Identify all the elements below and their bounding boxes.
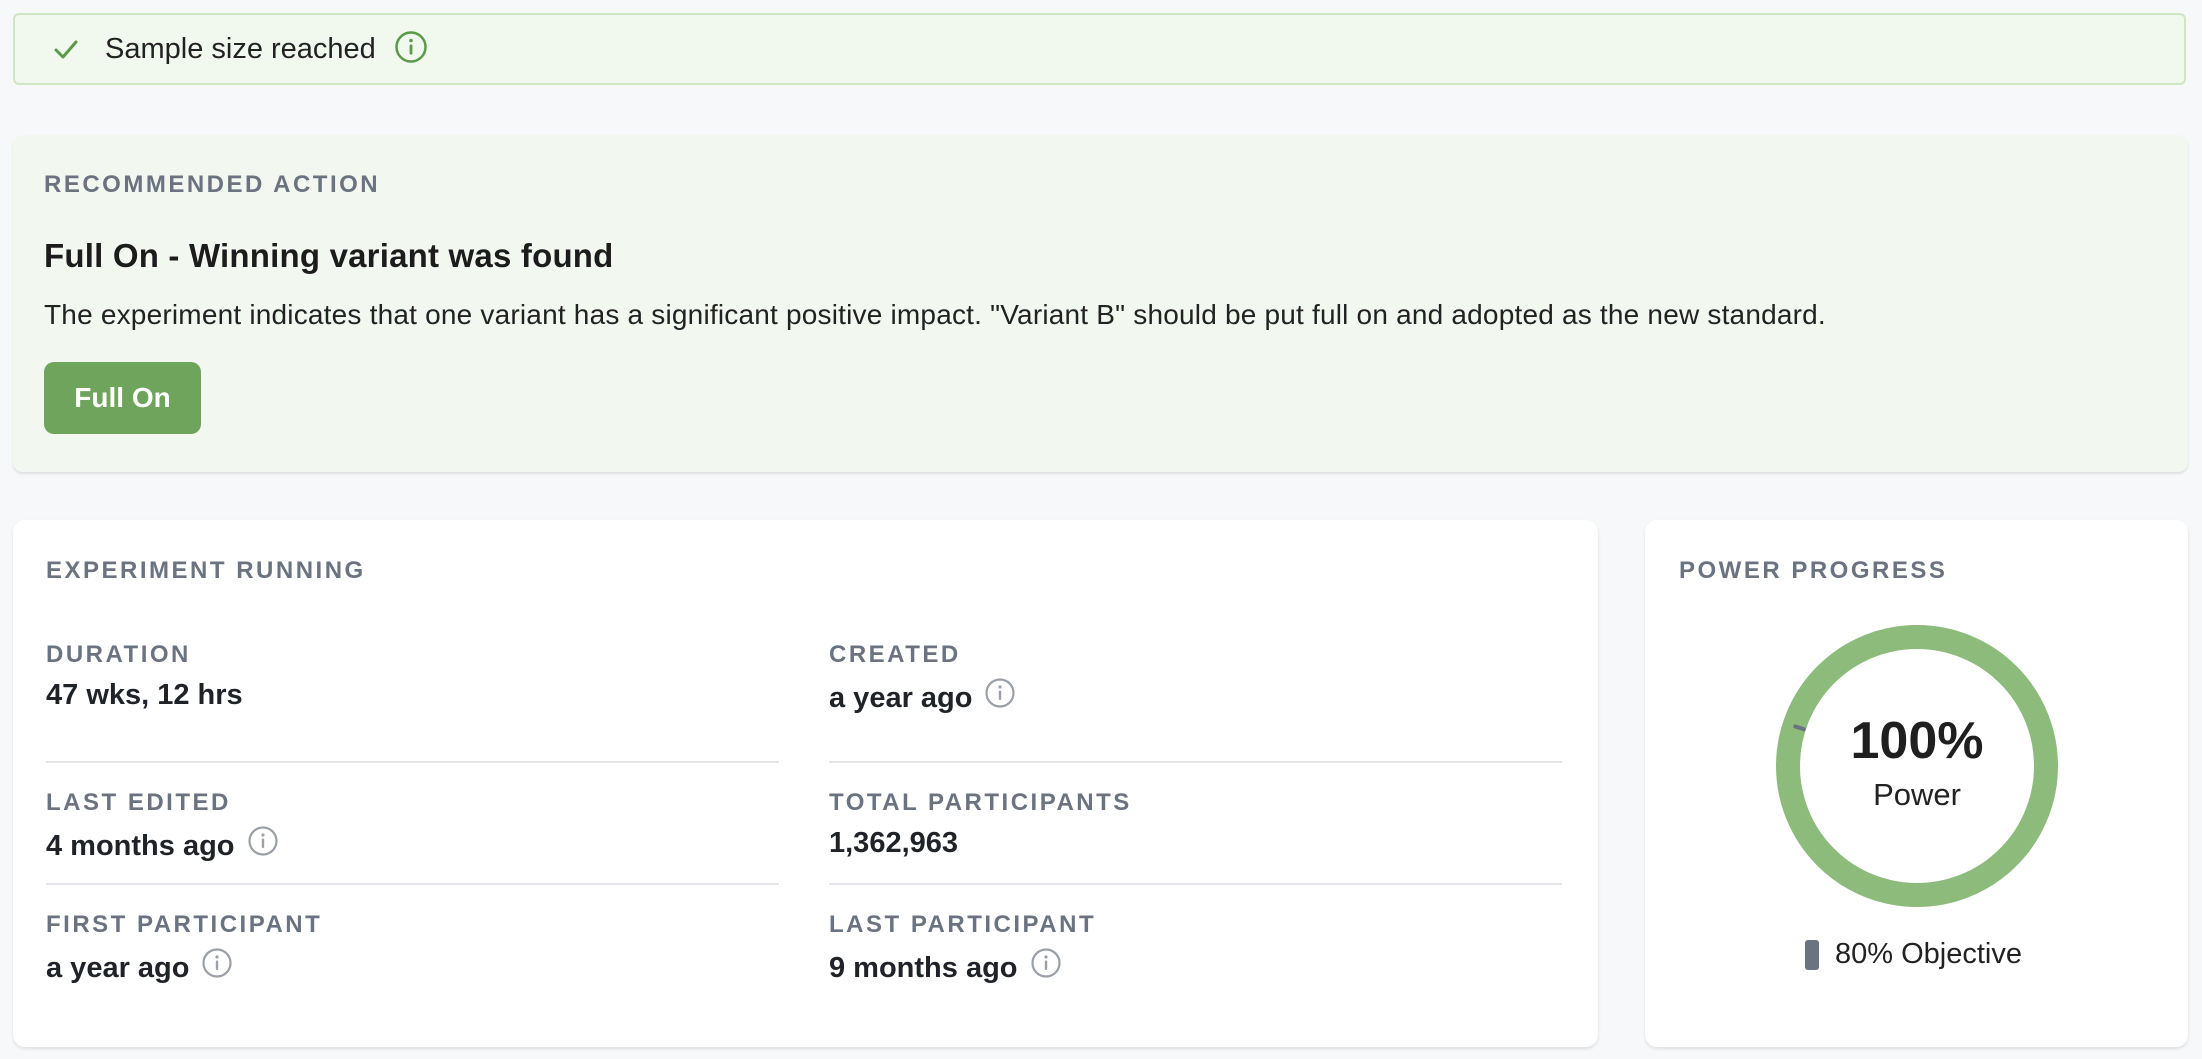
- power-percent: 100%: [1850, 712, 1984, 770]
- recommended-action-description: The experiment indicates that one varian…: [44, 299, 1826, 330]
- experiment-running-card: EXPERIMENT RUNNING DURATION 47 wks, 12 h…: [13, 520, 1598, 1047]
- sample-size-banner: Sample size reached: [13, 13, 2186, 85]
- stat-value: 4 months ago: [46, 825, 779, 866]
- info-icon[interactable]: [394, 30, 428, 69]
- power-progress-label: POWER PROGRESS: [1679, 557, 1948, 584]
- stat-label: CREATED: [829, 641, 961, 668]
- stat-value-text: 9 months ago: [829, 951, 1018, 984]
- check-icon: [51, 34, 81, 64]
- info-icon[interactable]: [201, 947, 233, 988]
- recommended-action-label: RECOMMENDED ACTION: [44, 171, 381, 198]
- power-donut-center: 100% Power: [1775, 624, 2059, 908]
- stat-label: FIRST PARTICIPANT: [46, 911, 323, 938]
- stat-last-participant: LAST PARTICIPANT 9 months ago: [829, 885, 1562, 995]
- recommended-action-title: Full On - Winning variant was found: [44, 237, 614, 274]
- stat-duration: DURATION 47 wks, 12 hrs: [46, 641, 779, 763]
- stat-label: TOTAL PARTICIPANTS: [829, 789, 1132, 816]
- full-on-button[interactable]: Full On: [44, 362, 201, 434]
- stat-value: a year ago: [46, 947, 779, 988]
- experiment-running-label: EXPERIMENT RUNNING: [46, 557, 366, 584]
- banner-text: Sample size reached: [105, 32, 376, 65]
- stat-value-text: 4 months ago: [46, 829, 235, 862]
- recommended-action-card: RECOMMENDED ACTION Full On - Winning var…: [13, 135, 2188, 472]
- power-progress-card: POWER PROGRESS 100% Power 80% Objective: [1645, 520, 2188, 1047]
- stat-value: 1,362,963: [829, 825, 1562, 861]
- stat-created: CREATED a year ago: [829, 641, 1562, 763]
- info-icon[interactable]: [247, 825, 279, 866]
- info-icon[interactable]: [1030, 947, 1062, 988]
- stat-value: 9 months ago: [829, 947, 1562, 988]
- experiment-stats-grid: DURATION 47 wks, 12 hrs CREATED a year a…: [46, 641, 1565, 995]
- stat-value: 47 wks, 12 hrs: [46, 677, 779, 713]
- stat-label: LAST PARTICIPANT: [829, 911, 1097, 938]
- info-icon[interactable]: [984, 677, 1016, 718]
- stat-total-participants: TOTAL PARTICIPANTS 1,362,963: [829, 763, 1562, 885]
- stat-value: a year ago: [829, 677, 1562, 718]
- power-sub-label: Power: [1873, 777, 1961, 812]
- stat-label: DURATION: [46, 641, 191, 668]
- stat-label: LAST EDITED: [46, 789, 231, 816]
- stat-value-text: 1,362,963: [829, 827, 959, 859]
- stat-value-text: a year ago: [46, 951, 190, 984]
- objective-text: 80% Objective: [1835, 938, 2022, 970]
- objective-swatch: [1805, 939, 1819, 970]
- objective-legend: 80% Objective: [1805, 938, 2022, 971]
- stat-last-edited: LAST EDITED 4 months ago: [46, 763, 779, 885]
- stat-value-text: 47 wks, 12 hrs: [46, 679, 243, 711]
- stat-value-text: a year ago: [829, 681, 973, 714]
- power-donut: 100% Power: [1775, 624, 2059, 908]
- stat-first-participant: FIRST PARTICIPANT a year ago: [46, 885, 779, 995]
